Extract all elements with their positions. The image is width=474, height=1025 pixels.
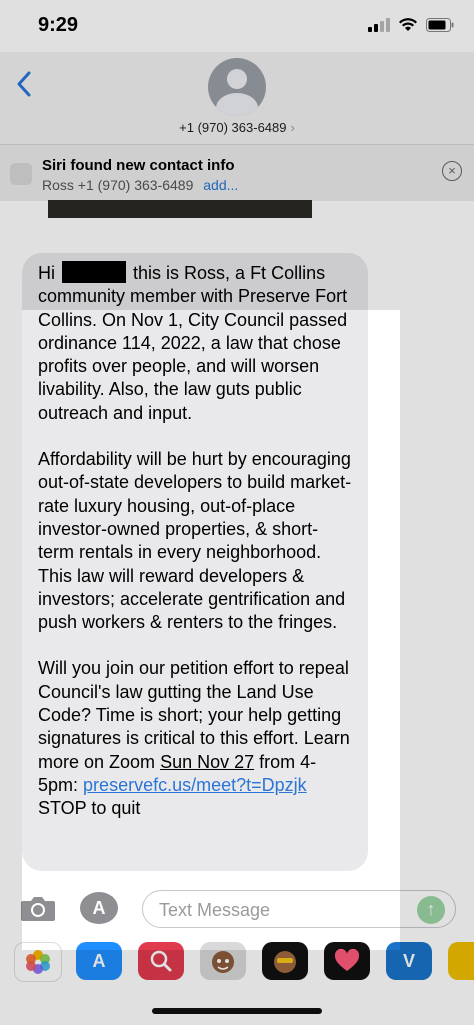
venmo-app-button[interactable]: V bbox=[386, 942, 432, 980]
contact-card-icon bbox=[10, 163, 32, 185]
dim-overlay-left bbox=[0, 310, 22, 950]
incoming-message-bubble[interactable]: Hi this is Ross, a Ft Collins community … bbox=[22, 253, 368, 871]
send-button[interactable]: ↑ bbox=[417, 896, 445, 924]
photos-icon bbox=[26, 950, 50, 974]
siri-suggestion-detail: Ross +1 (970) 363-6489 add... bbox=[42, 177, 238, 193]
redaction-box bbox=[62, 261, 127, 283]
close-suggestion-button[interactable]: × bbox=[442, 161, 462, 181]
battery-icon bbox=[426, 18, 454, 32]
contact-details-link[interactable]: +1 (970) 363-6489 › bbox=[0, 120, 474, 135]
status-icons bbox=[368, 18, 454, 32]
app-store-icon: A bbox=[92, 950, 106, 971]
message-intro-text: this is Ross, a Ft Collins community mem… bbox=[38, 263, 348, 423]
photos-app-button[interactable] bbox=[14, 942, 62, 982]
digital-touch-app-button[interactable] bbox=[324, 942, 370, 980]
text-message-field[interactable]: ↑ bbox=[142, 890, 456, 928]
memoji-sticker-icon bbox=[274, 951, 296, 973]
avatar-body-shape bbox=[216, 93, 258, 116]
message-greeting: Hi bbox=[38, 263, 55, 283]
memoji-icon bbox=[212, 951, 234, 973]
add-contact-link[interactable]: add... bbox=[203, 177, 238, 193]
app-store-app-button[interactable]: A bbox=[76, 942, 122, 980]
previous-image-attachment[interactable] bbox=[48, 200, 312, 218]
venmo-icon: V bbox=[402, 950, 415, 971]
more-apps-button[interactable] bbox=[448, 942, 474, 980]
wifi-icon bbox=[399, 18, 417, 31]
camera-button[interactable] bbox=[20, 894, 56, 922]
home-indicator[interactable] bbox=[152, 1008, 322, 1014]
siri-contact-suggestion: Siri found new contact info Ross +1 (970… bbox=[0, 144, 474, 201]
memoji-stickers-app-button[interactable] bbox=[262, 942, 308, 980]
camera-icon bbox=[21, 897, 55, 921]
opt-out-text: STOP to quit bbox=[38, 798, 141, 819]
messages-screen: 9:29 +1 (970) 363-6489 › Siri found new … bbox=[0, 0, 474, 1025]
chevron-right-icon: › bbox=[290, 120, 295, 135]
heart-icon bbox=[334, 949, 360, 971]
siri-suggestion-contact: Ross +1 (970) 363-6489 bbox=[42, 177, 194, 193]
text-message-input[interactable] bbox=[157, 899, 411, 922]
message-paragraph-2: Affordability will be hurt by encouragin… bbox=[38, 449, 352, 633]
dim-overlay-right bbox=[400, 310, 474, 950]
message-paragraph-3: Will you join our petition effort to rep… bbox=[38, 657, 352, 820]
message-paragraph-1: Hi this is Ross, a Ft Collins community … bbox=[38, 261, 352, 425]
search-globe-icon bbox=[150, 950, 172, 972]
memoji-app-button[interactable] bbox=[200, 942, 246, 980]
siri-suggestion-title: Siri found new contact info bbox=[42, 157, 235, 174]
conversation-header: +1 (970) 363-6489 › bbox=[0, 52, 474, 144]
cellular-signal-icon bbox=[368, 18, 390, 32]
search-app-button[interactable] bbox=[138, 942, 184, 980]
back-button[interactable] bbox=[16, 70, 32, 104]
contact-number: +1 (970) 363-6489 bbox=[179, 120, 287, 135]
meeting-url-link[interactable]: preservefc.us/meet?t=Dpzjk bbox=[83, 775, 307, 795]
status-bar: 9:29 bbox=[0, 0, 474, 52]
app-store-button[interactable]: A bbox=[80, 892, 118, 924]
status-time: 9:29 bbox=[38, 14, 79, 36]
event-date-link[interactable]: Sun Nov 27 bbox=[160, 752, 254, 772]
message-composer: A ↑ bbox=[0, 886, 474, 934]
avatar-head-shape bbox=[227, 69, 247, 89]
chevron-left-icon bbox=[17, 71, 31, 97]
contact-avatar[interactable] bbox=[208, 58, 266, 116]
